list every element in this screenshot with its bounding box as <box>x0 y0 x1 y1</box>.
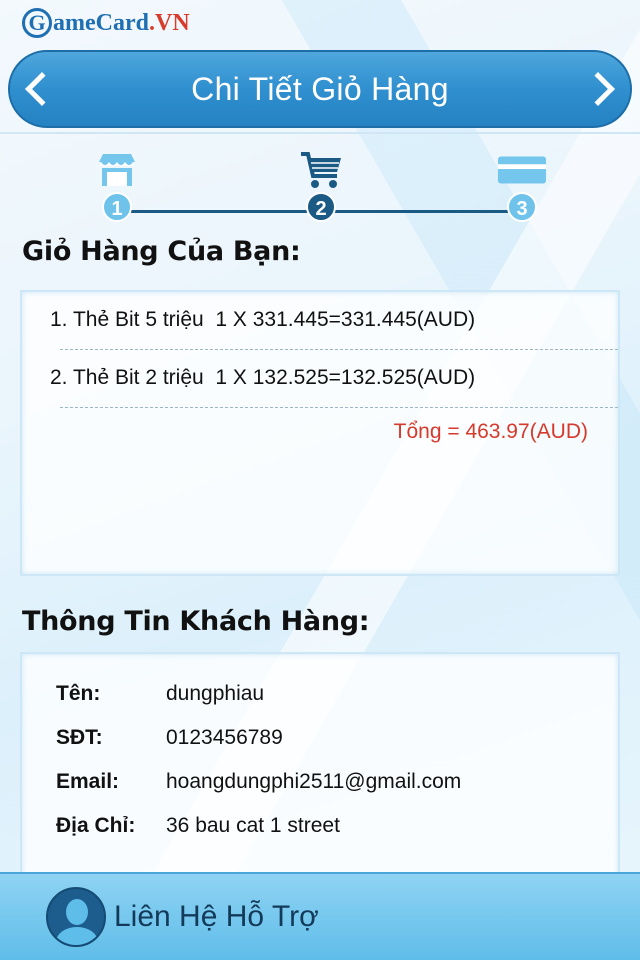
cart-panel: 1. Thẻ Bit 5 triệu 1 X 331.445=331.445(A… <box>20 290 620 576</box>
customer-section-title: Thông Tin Khách Hàng: <box>22 606 370 637</box>
shop-icon <box>92 148 142 192</box>
logo-letter: G <box>22 8 52 38</box>
step-2: 2 <box>296 148 346 222</box>
customer-address-row: Địa Chỉ: 36 bau cat 1 street <box>22 804 618 848</box>
step-3: 3 <box>497 148 547 222</box>
header-bar: Chi Tiết Giỏ Hàng <box>8 50 632 128</box>
name-value: dungphiau <box>166 682 265 705</box>
card-icon <box>497 148 547 192</box>
customer-phone-row: SĐT: 0123456789 <box>22 716 618 760</box>
address-value: 36 bau cat 1 street <box>166 814 340 837</box>
customer-name-row: Tên: dungphiau <box>22 672 618 716</box>
step-1: 1 <box>92 148 142 222</box>
cart-total: Tổng = 463.97(AUD) <box>393 420 588 443</box>
phone-label: SĐT: <box>56 726 103 749</box>
checkout-steps: 1 2 3 <box>0 148 640 228</box>
cart-item-text: 1. Thẻ Bit 5 triệu 1 X 331.445=331.445(A… <box>50 308 476 331</box>
page-title: Chi Tiết Giỏ Hàng <box>191 70 449 107</box>
chevron-left-icon[interactable] <box>25 72 59 106</box>
support-agent-icon <box>46 887 106 947</box>
cart-item: 1. Thẻ Bit 5 triệu 1 X 331.445=331.445(A… <box>50 292 618 350</box>
name-label: Tên: <box>56 682 101 705</box>
step-1-number: 1 <box>102 192 132 222</box>
support-footer[interactable]: Liên Hệ Hỗ Trợ <box>0 872 640 960</box>
email-value: hoangdungphi2511@gmail.com <box>166 770 462 793</box>
cart-section-title: Giỏ Hàng Của Bạn: <box>22 236 301 267</box>
cart-item-text: 2. Thẻ Bit 2 triệu 1 X 132.525=132.525(A… <box>50 366 476 389</box>
step-2-number: 2 <box>306 192 336 222</box>
chevron-right-icon[interactable] <box>581 72 615 106</box>
customer-email-row: Email: hoangdungphi2511@gmail.com <box>22 760 618 804</box>
support-agent-head <box>66 899 88 925</box>
logo-text: ameCard.VN <box>53 10 190 37</box>
cart-item: 2. Thẻ Bit 2 triệu 1 X 132.525=132.525(A… <box>50 350 618 408</box>
gamecard-logo[interactable]: G ameCard.VN <box>22 4 190 42</box>
address-label: Địa Chỉ: <box>56 814 136 837</box>
support-agent-body <box>56 927 98 945</box>
phone-value: 0123456789 <box>166 726 283 749</box>
customer-panel: Tên: dungphiau SĐT: 0123456789 Email: ho… <box>20 652 620 882</box>
logo-name: ameCard <box>53 9 149 36</box>
step-3-number: 3 <box>507 192 537 222</box>
header-divider <box>0 132 640 134</box>
cart-icon <box>296 148 346 192</box>
support-label: Liên Hệ Hỗ Trợ <box>114 900 319 933</box>
logo-suffix: .VN <box>148 9 190 36</box>
email-label: Email: <box>56 770 120 793</box>
